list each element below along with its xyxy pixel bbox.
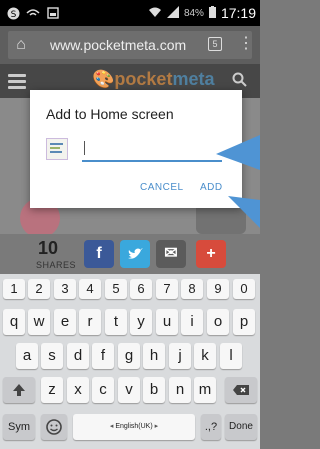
key-i[interactable]: i <box>181 309 203 335</box>
key-m[interactable]: m <box>194 377 216 403</box>
key-7[interactable]: 7 <box>156 279 178 299</box>
done-key[interactable]: Done <box>225 414 257 440</box>
key-6[interactable]: 6 <box>130 279 152 299</box>
key-c[interactable]: c <box>92 377 114 403</box>
key-d[interactable]: d <box>67 343 89 369</box>
key-o[interactable]: o <box>207 309 229 335</box>
key-8[interactable]: 8 <box>181 279 203 299</box>
key-q[interactable]: q <box>3 309 25 335</box>
shift-key[interactable] <box>3 377 35 403</box>
key-r[interactable]: r <box>79 309 101 335</box>
key-z[interactable]: z <box>41 377 63 403</box>
key-y[interactable]: y <box>130 309 152 335</box>
emoji-settings-key[interactable] <box>41 414 67 440</box>
key-x[interactable]: x <box>67 377 89 403</box>
arrow-to-input <box>216 135 260 170</box>
space-language-label: English(UK) <box>115 423 153 430</box>
key-e[interactable]: e <box>54 309 76 335</box>
key-t[interactable]: t <box>105 309 127 335</box>
sym-key[interactable]: Sym <box>3 414 35 440</box>
key-9[interactable]: 9 <box>207 279 229 299</box>
key-v[interactable]: v <box>118 377 140 403</box>
key-p[interactable]: p <box>233 309 255 335</box>
backspace-key[interactable] <box>225 377 257 403</box>
key-l[interactable]: l <box>220 343 242 369</box>
annotation-arrows <box>216 135 260 228</box>
key-1[interactable]: 1 <box>3 279 25 299</box>
key-f[interactable]: f <box>92 343 114 369</box>
key-h[interactable]: h <box>143 343 165 369</box>
language-left-arrow-icon: ◂ <box>109 423 114 430</box>
key-5[interactable]: 5 <box>105 279 127 299</box>
key-k[interactable]: k <box>194 343 216 369</box>
shift-icon <box>13 384 25 396</box>
key-b[interactable]: b <box>143 377 165 403</box>
arrow-to-add <box>228 196 260 228</box>
key-j[interactable]: j <box>169 343 191 369</box>
spacebar[interactable]: ◂ English(UK) ▸ <box>73 414 195 440</box>
emoji-icon <box>46 419 62 435</box>
key-0[interactable]: 0 <box>233 279 255 299</box>
key-n[interactable]: n <box>169 377 191 403</box>
backspace-icon <box>233 385 249 395</box>
keyboard: 1 2 3 4 5 6 7 8 9 0 q w e r t y u i o p … <box>0 274 260 449</box>
key-s[interactable]: s <box>41 343 63 369</box>
key-g[interactable]: g <box>118 343 140 369</box>
key-4[interactable]: 4 <box>79 279 101 299</box>
key-u[interactable]: u <box>156 309 178 335</box>
key-w[interactable]: w <box>28 309 50 335</box>
key-a[interactable]: a <box>16 343 38 369</box>
punctuation-key[interactable]: .,? <box>201 414 221 440</box>
key-2[interactable]: 2 <box>28 279 50 299</box>
key-3[interactable]: 3 <box>54 279 76 299</box>
language-right-arrow-icon: ▸ <box>154 423 159 430</box>
